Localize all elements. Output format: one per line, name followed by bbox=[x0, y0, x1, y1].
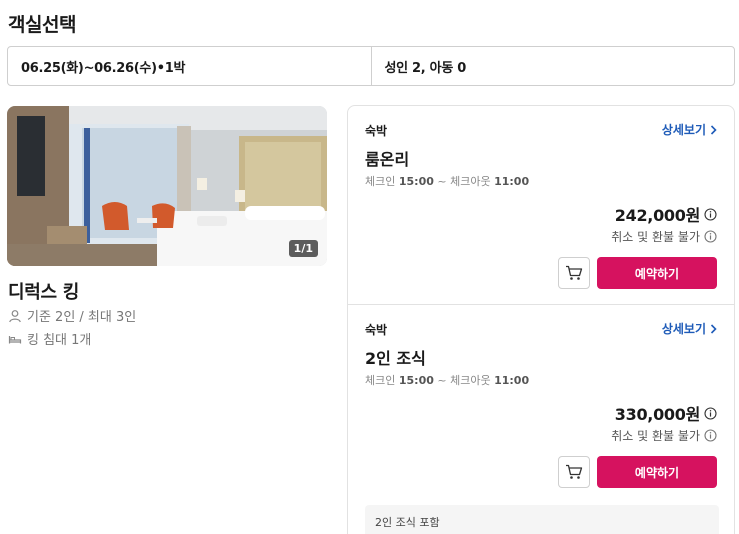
rate-plan-card: 숙박 상세보기 룸온리 체크인 15:00 ~ 체크아웃 11:00 242,0… bbox=[348, 106, 734, 304]
price-row: 242,000원 bbox=[615, 202, 717, 226]
add-to-cart-button[interactable] bbox=[558, 257, 590, 289]
checkout-time: 11:00 bbox=[494, 175, 530, 188]
checkin-checkout-times: 체크인 15:00 ~ 체크아웃 11:00 bbox=[365, 173, 529, 189]
search-filter-bar: 06.25(화)~06.26(수)•1박 성인 2, 아동 0 bbox=[7, 46, 735, 86]
checkin-checkout-times: 체크인 15:00 ~ 체크아웃 11:00 bbox=[365, 372, 529, 388]
info-icon[interactable] bbox=[704, 406, 717, 420]
refund-policy: 취소 및 환불 불가 bbox=[611, 228, 717, 245]
guest-selector[interactable]: 성인 2, 아동 0 bbox=[370, 47, 735, 85]
bed-icon bbox=[8, 335, 22, 343]
cart-icon bbox=[566, 265, 583, 280]
info-icon[interactable] bbox=[704, 230, 717, 243]
rate-plan-name: 2인 조식 bbox=[365, 349, 426, 368]
rate-plan-card: 숙박 상세보기 2인 조식 체크인 15:00 ~ 체크아웃 11:00 330… bbox=[348, 304, 734, 534]
room-photo-image bbox=[7, 106, 327, 266]
stay-type: 숙박 bbox=[365, 323, 388, 337]
page-title: 객실선택 bbox=[8, 14, 76, 36]
checkin-label: 체크인 bbox=[365, 374, 396, 387]
price: 242,000원 bbox=[614, 206, 701, 225]
refund-policy: 취소 및 환불 불가 bbox=[611, 427, 717, 444]
rate-plan-name: 룸온리 bbox=[365, 150, 410, 169]
price: 330,000원 bbox=[614, 405, 701, 424]
time-separator: ~ bbox=[437, 175, 447, 188]
info-icon[interactable] bbox=[704, 429, 717, 442]
detail-link-label: 상세보기 bbox=[661, 322, 706, 336]
stay-type: 숙박 bbox=[365, 124, 388, 138]
info-icon[interactable] bbox=[704, 207, 717, 221]
checkin-label: 체크인 bbox=[365, 175, 396, 188]
book-button[interactable]: 예약하기 bbox=[597, 456, 717, 488]
room-bed: 킹 침대 1개 bbox=[8, 329, 91, 348]
photo-counter: 1/1 bbox=[288, 240, 318, 257]
room-capacity: 기준 2인 / 최대 3인 bbox=[8, 306, 136, 325]
rate-plan-list: 숙박 상세보기 룸온리 체크인 15:00 ~ 체크아웃 11:00 242,0… bbox=[347, 105, 735, 534]
room-photo[interactable]: 1/1 bbox=[7, 106, 327, 266]
date-selector[interactable]: 06.25(화)~06.26(수)•1박 bbox=[8, 47, 371, 85]
checkin-time: 15:00 bbox=[398, 175, 434, 188]
detail-link[interactable]: 상세보기 bbox=[662, 320, 717, 337]
room-name: 디럭스 킹 bbox=[8, 282, 80, 303]
book-button[interactable]: 예약하기 bbox=[597, 257, 717, 289]
price-row: 330,000원 bbox=[615, 401, 717, 425]
cart-icon bbox=[566, 464, 583, 479]
room-capacity-text: 기준 2인 / 최대 3인 bbox=[27, 310, 137, 325]
room-bed-text: 킹 침대 1개 bbox=[27, 333, 92, 348]
detail-link-label: 상세보기 bbox=[661, 123, 706, 137]
refund-policy-text: 취소 및 환불 불가 bbox=[611, 429, 700, 443]
detail-link[interactable]: 상세보기 bbox=[662, 121, 717, 138]
time-separator: ~ bbox=[437, 374, 447, 387]
add-to-cart-button[interactable] bbox=[558, 456, 590, 488]
checkout-label: 체크아웃 bbox=[450, 374, 491, 387]
checkout-time: 11:00 bbox=[494, 374, 530, 387]
chevron-right-icon bbox=[710, 323, 717, 334]
person-icon bbox=[9, 309, 21, 322]
chevron-right-icon bbox=[710, 124, 717, 135]
checkout-label: 체크아웃 bbox=[450, 175, 491, 188]
refund-policy-text: 취소 및 환불 불가 bbox=[611, 230, 700, 244]
included-benefit: 2인 조식 포함 bbox=[365, 505, 719, 534]
checkin-time: 15:00 bbox=[398, 374, 434, 387]
